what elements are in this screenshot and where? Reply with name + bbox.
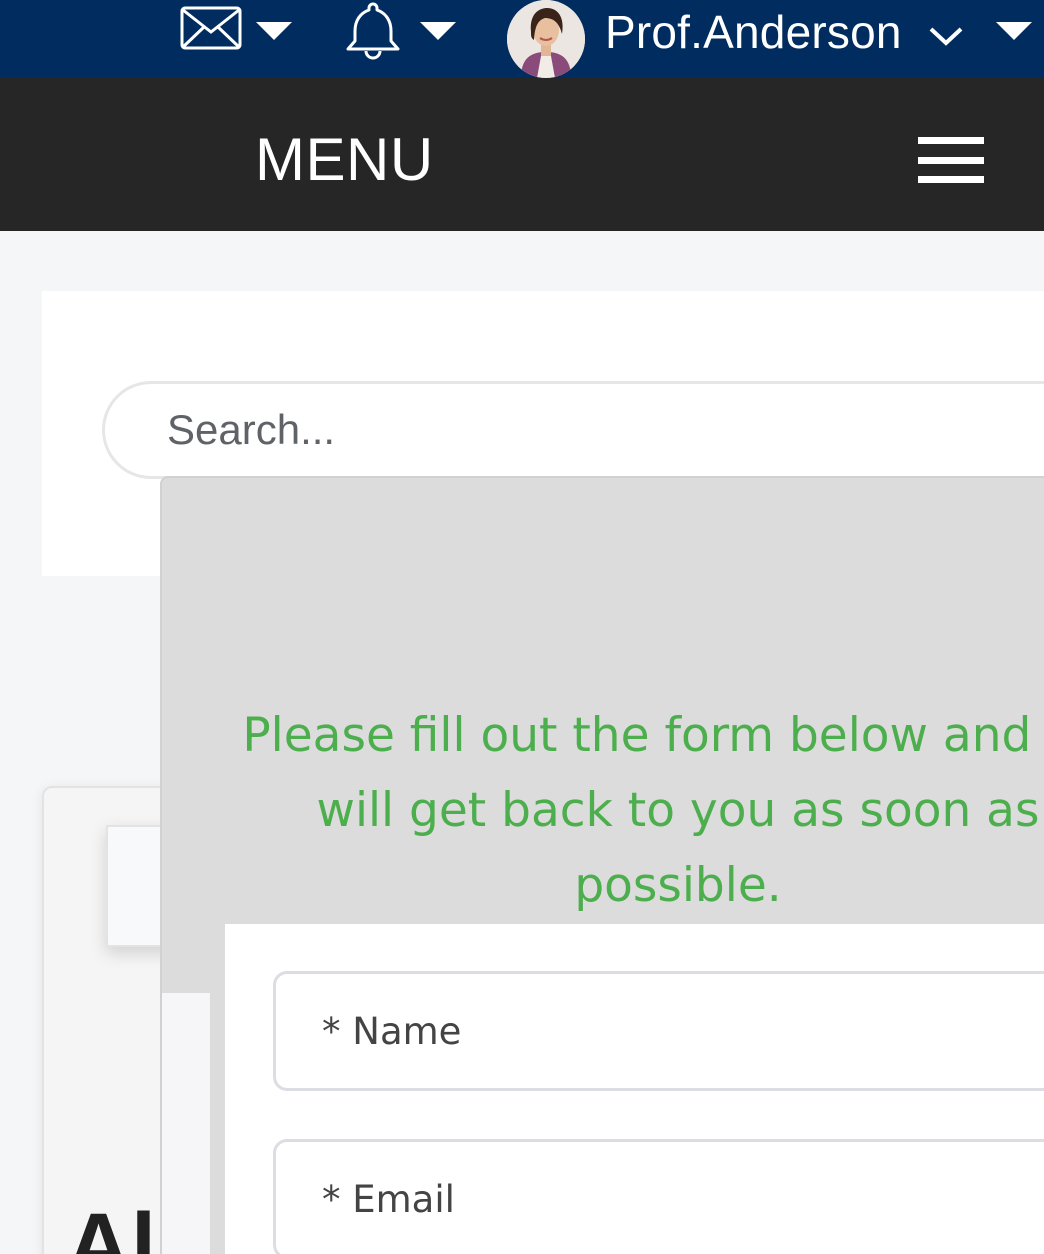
background-card-heading: Al (66, 1196, 156, 1254)
chevron-down-icon[interactable] (928, 24, 964, 48)
mail-icon[interactable] (180, 6, 242, 50)
search-input[interactable] (102, 381, 1044, 479)
avatar-portrait-icon (507, 0, 585, 78)
page: Prof.Anderson MENU Al Please fill out th… (0, 0, 1044, 1254)
caret-down-icon[interactable] (996, 22, 1032, 40)
notifications-dropdown-caret-icon[interactable] (420, 22, 456, 40)
mail-dropdown-caret-icon[interactable] (256, 22, 292, 40)
name-field[interactable] (273, 971, 1044, 1091)
modal-side-strip (162, 993, 210, 1254)
avatar[interactable] (507, 0, 585, 78)
hamburger-line (918, 137, 984, 144)
menu-bar: MENU (0, 78, 1044, 231)
bell-icon[interactable] (343, 0, 403, 60)
email-field[interactable] (273, 1139, 1044, 1254)
modal-message: Please fill out the form below and we wi… (242, 708, 1044, 913)
username[interactable]: Prof.Anderson (605, 2, 902, 62)
hamburger-menu-icon[interactable] (918, 137, 984, 183)
hamburger-line (918, 176, 984, 183)
menu-label[interactable]: MENU (255, 128, 434, 192)
top-bar: Prof.Anderson (0, 0, 1044, 78)
hamburger-line (918, 157, 984, 164)
